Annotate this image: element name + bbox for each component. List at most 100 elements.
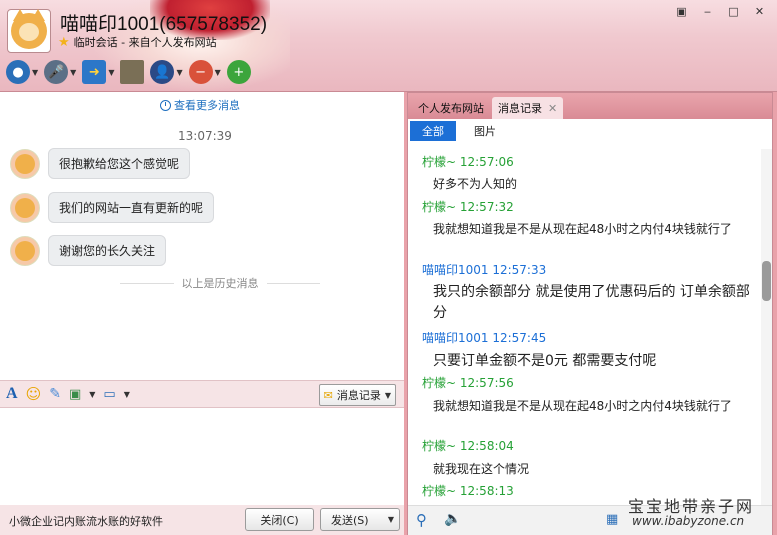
chevron-down-icon: ▼ xyxy=(108,67,115,77)
history-icon: ✉ xyxy=(323,388,333,402)
folder-icon: ➜ xyxy=(82,60,107,84)
log-sender: 柠檬~ 12:57:06 xyxy=(422,155,514,169)
block-button[interactable]: − ▼ xyxy=(188,60,221,84)
input-toolbar: A ☺ ✎ ▣ ▼ ▭ ▼ ✉ 消息记录 ▼ xyxy=(0,380,404,408)
close-window-button[interactable]: ✕ xyxy=(748,3,771,19)
log-entry: 柠檬~ 12:57:06 好多不为人知的 xyxy=(422,153,752,193)
chevron-down-icon: ▼ xyxy=(70,67,77,77)
side-panel: 个人发布网站 消息记录 ✕ 全部 图片 柠檬~ 12:57:06 好多不为人知的… xyxy=(407,92,773,535)
microphone-icon: 🎤 xyxy=(44,60,69,84)
history-log: 柠檬~ 12:57:06 好多不为人知的 柠檬~ 12:57:32 我就想知道我… xyxy=(408,145,760,505)
send-label: 发送(S) xyxy=(331,513,369,527)
chat-area: 查看更多消息 13:07:39 很抱歉给您这个感觉呢 我们的网站一直有更新的呢 … xyxy=(0,92,404,380)
title-bar: 喵喵印1001(657578352) ★ 临时会话 - 来自个人发布网站 ▣ ‒… xyxy=(0,0,777,92)
contact-info-button[interactable]: 👤 ▼ xyxy=(150,60,183,84)
log-sender: 喵喵印1001 12:57:45 xyxy=(422,331,547,345)
remote-button[interactable] xyxy=(120,60,145,84)
voice-button[interactable]: 🎤 ▼ xyxy=(44,60,76,84)
calendar-icon[interactable]: ▦ xyxy=(606,512,618,527)
log-entry: 喵喵印1001 12:57:33 我只的余额部分 就是使用了优惠码后的 订单余额… xyxy=(422,261,752,324)
screenshot-icon[interactable]: ▭ xyxy=(103,387,115,402)
video-button[interactable]: ● ▼ xyxy=(6,60,38,84)
avatar[interactable] xyxy=(10,235,40,266)
webcam-icon: ● xyxy=(6,60,30,84)
window-controls: ▣ ‒ □ ✕ xyxy=(670,3,771,19)
filter-all[interactable]: 全部 xyxy=(410,121,456,141)
close-button[interactable]: 关闭(C) xyxy=(245,508,314,531)
chat-message: 我们的网站一直有更新的呢 xyxy=(10,192,215,223)
watermark-url: www.ibabyzone.cn xyxy=(632,514,745,528)
format-tools: A ☺ ✎ ▣ ▼ ▭ ▼ xyxy=(6,385,130,403)
view-more-label: 查看更多消息 xyxy=(174,99,240,112)
magic-expression-icon[interactable]: ✎ xyxy=(49,386,61,402)
skin-button[interactable]: ▣ xyxy=(670,3,693,19)
tab-message-history[interactable]: 消息记录 ✕ xyxy=(492,97,564,119)
history-filter: 全部 图片 xyxy=(408,119,772,143)
tab-personal-site[interactable]: 个人发布网站 xyxy=(412,97,490,119)
side-tabs: 个人发布网站 消息记录 ✕ xyxy=(408,93,772,119)
message-timestamp: 13:07:39 xyxy=(178,129,232,143)
log-sender: 柠檬~ 12:57:32 xyxy=(422,200,514,214)
font-button[interactable]: A xyxy=(6,385,18,403)
message-bubble: 很抱歉给您这个感觉呢 xyxy=(48,148,191,179)
chevron-down-icon: ▼ xyxy=(32,67,39,77)
chat-message: 很抱歉给您这个感觉呢 xyxy=(10,148,191,179)
screen-icon xyxy=(120,60,145,84)
history-scrollbar[interactable] xyxy=(761,149,772,505)
chat-message: 谢谢您的长久关注 xyxy=(10,235,167,266)
message-bubble: 谢谢您的长久关注 xyxy=(48,235,167,266)
scrollbar-thumb[interactable] xyxy=(762,261,771,301)
history-divider: 以上是历史消息 xyxy=(120,275,320,291)
contact-name: 喵喵印1001(657578352) xyxy=(60,14,268,35)
star-icon: ★ xyxy=(58,34,70,50)
log-entry: 柠檬~ 12:57:32 我就想知道我是不是从现在起48小时之内付4块钱就行了 xyxy=(422,198,752,238)
message-bubble: 我们的网站一直有更新的呢 xyxy=(48,192,215,223)
avatar[interactable] xyxy=(10,192,40,223)
log-text: 我只的余额部分 就是使用了优惠码后的 订单余额部分 xyxy=(433,284,750,321)
log-sender: 柠檬~ 12:58:04 xyxy=(422,439,514,453)
filter-images[interactable]: 图片 xyxy=(466,121,504,141)
message-history-button[interactable]: ✉ 消息记录 ▼ xyxy=(318,384,396,406)
speaker-icon[interactable]: 🔈 xyxy=(444,511,461,527)
chevron-down-icon[interactable]: ▼ xyxy=(388,515,394,524)
image-icon[interactable]: ▣ xyxy=(69,387,81,402)
person-icon: 👤 xyxy=(150,60,175,84)
log-text: 我就想知道我是不是从现在起48小时之内付4块钱就行了 xyxy=(433,399,732,413)
chat-toolbar: ● ▼ 🎤 ▼ ➜ ▼ 👤 ▼ − ▼ + xyxy=(6,60,251,84)
subtitle-text: 临时会话 - 来自个人发布网站 xyxy=(73,36,217,49)
log-entry: 喵喵印1001 12:57:45 只要订单金额不是0元 都需要支付呢 xyxy=(422,329,752,372)
ad-link[interactable]: 小微企业记内账流水账的好软件 xyxy=(9,513,163,529)
log-text: 我就想知道我是不是从现在起48小时之内付4块钱就行了 xyxy=(433,222,732,236)
log-sender: 喵喵印1001 12:57:33 xyxy=(422,263,547,277)
add-friend-button[interactable]: + xyxy=(226,60,251,84)
contact-avatar[interactable] xyxy=(7,9,51,53)
log-sender: 柠檬~ 12:57:56 xyxy=(422,376,514,390)
chevron-down-icon[interactable]: ▼ xyxy=(124,390,130,399)
log-entry: 柠檬~ 12:57:56 我就想知道我是不是从现在起48小时之内付4块钱就行了 xyxy=(422,374,752,415)
send-file-button[interactable]: ➜ ▼ xyxy=(82,60,114,84)
log-text: 好多不为人知的 xyxy=(433,177,518,191)
emoji-icon[interactable]: ☺ xyxy=(26,385,42,403)
avatar[interactable] xyxy=(10,148,40,179)
message-history-label: 消息记录 xyxy=(336,389,381,402)
history-divider-label: 以上是历史消息 xyxy=(181,277,259,290)
send-button[interactable]: 发送(S) ▼ xyxy=(320,508,400,531)
add-user-icon: + xyxy=(226,60,251,84)
clock-icon xyxy=(160,99,171,111)
remove-user-icon: − xyxy=(188,60,213,84)
message-input[interactable] xyxy=(0,408,404,505)
chevron-down-icon: ▼ xyxy=(214,67,221,77)
session-subtitle: ★ 临时会话 - 来自个人发布网站 xyxy=(58,34,217,50)
view-more-link[interactable]: 查看更多消息 xyxy=(160,97,240,113)
maximize-button[interactable]: □ xyxy=(722,3,745,19)
search-icon[interactable]: ⚲ xyxy=(416,511,427,529)
chevron-down-icon: ▼ xyxy=(384,390,391,400)
bottom-bar: 小微企业记内账流水账的好软件 关闭(C) 发送(S) ▼ xyxy=(0,505,404,535)
chevron-down-icon[interactable]: ▼ xyxy=(89,390,95,399)
tab-message-history-label: 消息记录 xyxy=(498,102,542,115)
log-entry: 柠檬~ 12:58:04 就我现在这个情况 xyxy=(422,437,752,478)
close-tab-icon[interactable]: ✕ xyxy=(548,102,557,115)
log-text: 只要订单金额不是0元 都需要支付呢 xyxy=(433,353,657,369)
minimize-button[interactable]: ‒ xyxy=(696,3,719,19)
log-text: 就我现在这个情况 xyxy=(433,462,530,476)
